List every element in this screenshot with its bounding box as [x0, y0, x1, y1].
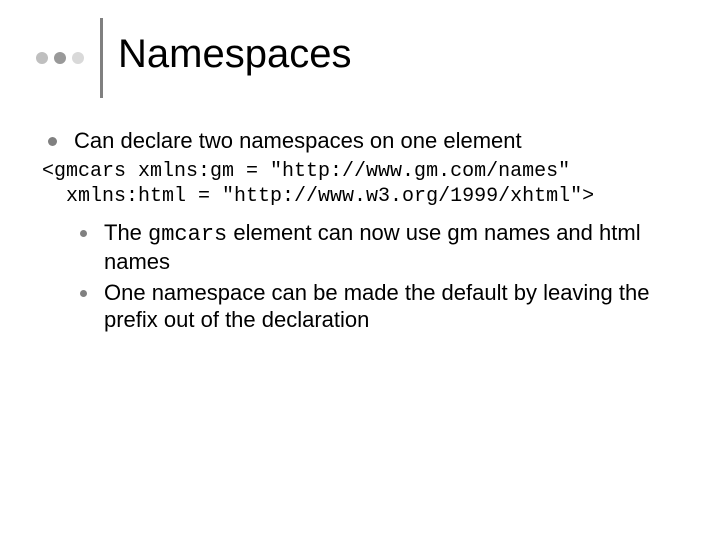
- header-dots: [36, 52, 84, 64]
- header-divider: [100, 18, 103, 98]
- code-inline: gmcars: [148, 222, 227, 247]
- slide: Namespaces Can declare two namespaces on…: [0, 0, 720, 540]
- bullet-list: Can declare two namespaces on one elemen…: [42, 128, 684, 155]
- list-item: One namespace can be made the default by…: [76, 280, 684, 334]
- bullet-text: One namespace can be made the default by…: [104, 280, 649, 332]
- dot-icon: [54, 52, 66, 64]
- dot-icon: [36, 52, 48, 64]
- bullet-text: The: [104, 220, 148, 245]
- list-item: The gmcars element can now use gm names …: [76, 220, 684, 276]
- code-line: <gmcars xmlns:gm = "http://www.gm.com/na…: [42, 160, 570, 183]
- code-block: <gmcars xmlns:gm = "http://www.gm.com/na…: [42, 159, 684, 210]
- bullet-text: Can declare two namespaces on one elemen…: [74, 128, 522, 153]
- slide-body: Can declare two namespaces on one elemen…: [42, 128, 684, 337]
- list-item: Can declare two namespaces on one elemen…: [42, 128, 684, 155]
- dot-icon: [72, 52, 84, 64]
- slide-title: Namespaces: [118, 32, 351, 76]
- slide-header: Namespaces: [36, 24, 700, 94]
- sub-bullet-list: The gmcars element can now use gm names …: [42, 220, 684, 333]
- code-line: xmlns:html = "http://www.w3.org/1999/xht…: [42, 185, 594, 208]
